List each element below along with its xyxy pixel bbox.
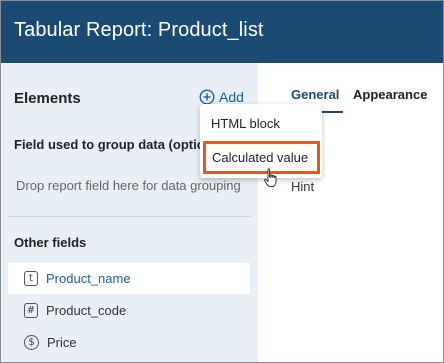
field-item-price[interactable]: $ Price xyxy=(8,327,250,358)
field-label: Product_name xyxy=(46,271,131,286)
number-field-icon: # xyxy=(24,303,38,318)
field-item-product-code[interactable]: # Product_code xyxy=(8,295,250,326)
field-item-product-name[interactable]: t Product_name xyxy=(8,263,250,294)
add-button-label: Add xyxy=(219,89,244,105)
hint-label: Hint xyxy=(291,179,315,194)
other-fields-heading: Other fields xyxy=(14,235,87,250)
menu-item-calculated-value[interactable]: Calculated value xyxy=(203,141,320,174)
divider xyxy=(8,216,251,217)
group-drop-zone[interactable]: Drop report field here for data grouping xyxy=(16,178,241,193)
hand-pointer-icon xyxy=(264,168,277,188)
elements-heading: Elements xyxy=(14,90,81,107)
tab-general[interactable]: General xyxy=(291,87,339,102)
text-field-icon: t xyxy=(24,271,38,286)
title-bar: Tabular Report: Product_list xyxy=(1,1,443,63)
plus-circle-icon xyxy=(199,89,215,105)
report-editor-window: Tabular Report: Product_list Elements Ad… xyxy=(0,0,444,363)
field-label: Product_code xyxy=(46,303,127,318)
group-field-heading: Field used to group data (optional) xyxy=(14,137,204,152)
menu-item-html-block[interactable]: HTML block xyxy=(200,107,322,140)
tab-appearance[interactable]: Appearance xyxy=(353,87,427,102)
window-title: Tabular Report: Product_list xyxy=(14,19,264,41)
currency-field-icon: $ xyxy=(24,335,39,350)
field-label: Price xyxy=(47,335,77,350)
add-dropdown-menu: HTML block Calculated value xyxy=(200,104,322,178)
